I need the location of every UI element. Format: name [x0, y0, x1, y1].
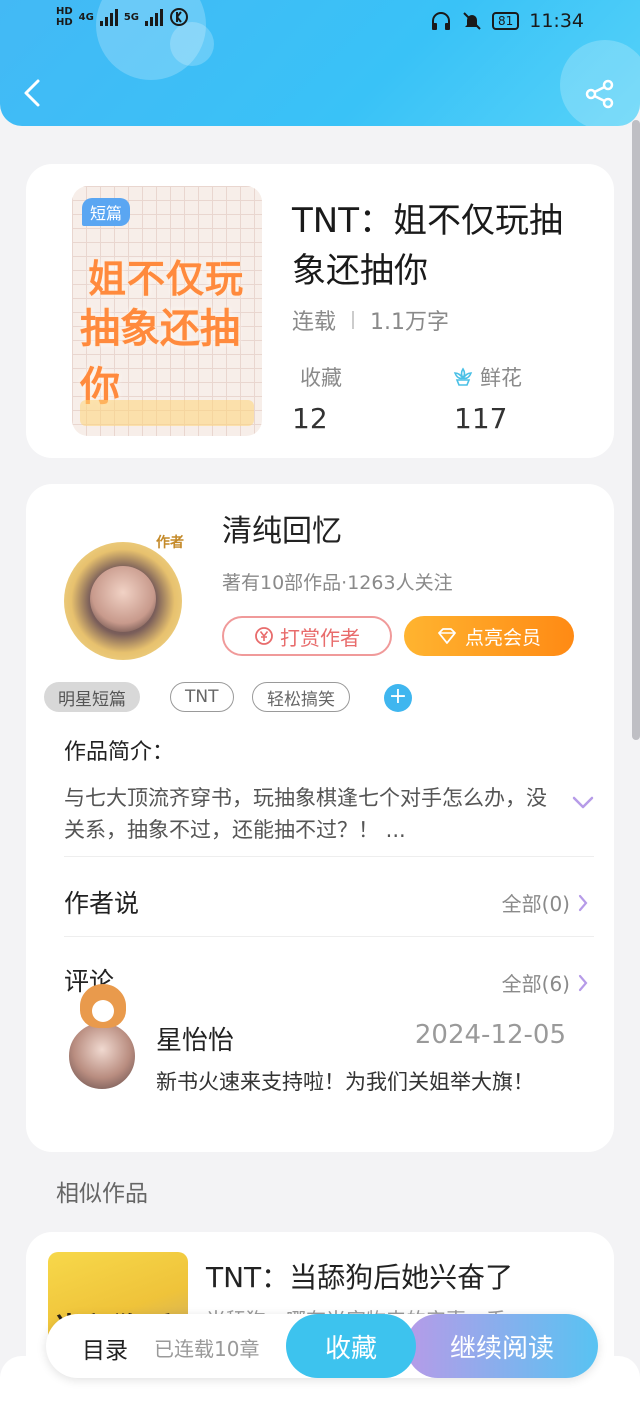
intro-title: 作品简介： — [64, 740, 175, 765]
tag-chip[interactable]: TNT — [170, 682, 234, 712]
book-title: TNT：姐不仅玩抽象还抽你 — [292, 201, 563, 291]
diamond-icon — [438, 628, 456, 644]
vip-button[interactable]: 点亮会员 — [404, 616, 574, 656]
tag-chip[interactable]: 轻松搞笑 — [252, 682, 350, 712]
flowers-label[interactable]: 鲜花 — [452, 362, 522, 392]
commenter-avatar[interactable] — [62, 984, 142, 1094]
network-label: 5G — [123, 11, 140, 23]
favorites-label: 收藏 — [300, 362, 342, 392]
hd-indicators: HD HD — [56, 6, 73, 28]
cover-footer-strip — [80, 400, 254, 426]
battery-icon: 81 — [491, 12, 520, 30]
yen-coin-icon — [255, 627, 273, 645]
intro-text[interactable]: 与七大顶流齐穿书，玩抽象棋逢七个对手怎么办，没关系，抽象不过，还能抽不过？！ .… — [64, 782, 554, 846]
cover-title-line2: 抽象还抽你 — [80, 306, 240, 410]
meta-separator — [352, 311, 355, 329]
author-says-title: 作者说 — [64, 889, 140, 918]
signal-icon — [99, 8, 118, 26]
scrollbar[interactable] — [632, 120, 640, 740]
comment-text: 新书火速来支持啦！为我们关姐举大旗！ — [156, 1070, 534, 1094]
chevron-right-icon — [578, 894, 588, 911]
headphones-icon — [431, 12, 450, 30]
bottom-action-bar: 目录 已连载10章 继续阅读 收藏 — [46, 1314, 598, 1378]
book-meta: 连载 1.1万字 — [292, 304, 449, 336]
add-to-favorites-button[interactable]: 收藏 — [286, 1314, 416, 1378]
author-name[interactable]: 清纯回忆 — [222, 506, 342, 550]
continue-reading-button[interactable]: 继续阅读 — [406, 1314, 598, 1378]
comments-more-label: 全部(6) — [501, 972, 570, 996]
vip-label: 点亮会员 — [464, 626, 541, 649]
signal-icon — [145, 8, 164, 26]
chevron-down-icon[interactable] — [572, 796, 594, 810]
author-detail-card: 作者 清纯回忆 著有10部作品·1263人关注 打赏作者 点亮会员 明星短篇 T… — [26, 484, 614, 1152]
comment-date: 2024-12-05 — [414, 1020, 566, 1050]
book-status: 连载 — [292, 310, 337, 335]
k-circle-icon — [170, 8, 189, 26]
toc-button[interactable]: 目录 — [82, 1331, 128, 1365]
chevron-right-icon — [578, 974, 588, 991]
commenter-avatar-image — [66, 1020, 138, 1092]
book-word-count: 1.1万字 — [370, 310, 450, 335]
author-meta: 著有10部作品·1263人关注 — [222, 572, 453, 594]
cover-title-line1: 姐不仅玩 — [88, 257, 245, 301]
status-left: HD HD 4G 5G — [56, 6, 189, 28]
back-icon[interactable] — [22, 78, 42, 108]
flowers-label-text: 鲜花 — [480, 366, 522, 390]
similar-book-title[interactable]: TNT：当舔狗后她兴奋了 — [206, 1256, 513, 1296]
network-label: 4G — [78, 11, 94, 23]
similar-section-title: 相似作品 — [56, 1181, 148, 1207]
cover-badge: 短篇 — [82, 198, 131, 226]
avatar-image — [90, 566, 156, 632]
author-avatar[interactable]: 作者 — [50, 526, 190, 666]
book-info-card: 短篇 姐不仅玩 抽象还抽你 TNT：姐不仅玩抽象还抽你 连载 1.1万字 收藏 … — [26, 164, 614, 458]
bell-off-icon — [463, 12, 481, 30]
hd-label: HD — [56, 6, 73, 17]
status-bar: HD HD 4G 5G 81 11:34 — [0, 6, 640, 36]
favorites-value: 12 — [292, 402, 328, 435]
book-cover[interactable]: 短篇 姐不仅玩 抽象还抽你 — [72, 186, 262, 436]
tip-author-label: 打赏作者 — [280, 625, 360, 650]
author-says-more[interactable]: 全部(0) — [502, 888, 588, 917]
header: HD HD 4G 5G 81 11:34 — [0, 0, 640, 126]
author-says-more-label: 全部(0) — [501, 892, 570, 916]
tip-author-button[interactable]: 打赏作者 — [222, 616, 392, 656]
flowers-value: 117 — [454, 402, 508, 435]
status-time: 11:34 — [529, 10, 584, 32]
chapter-count: 已连载10章 — [154, 1337, 260, 1361]
favorites-label-text: 收藏 — [300, 366, 342, 390]
add-tag-button[interactable]: + — [384, 684, 412, 712]
divider — [64, 856, 594, 857]
comments-more[interactable]: 全部(6) — [502, 968, 588, 997]
commenter-name[interactable]: 星怡怡 — [156, 1020, 234, 1057]
share-icon[interactable] — [584, 78, 616, 110]
divider — [64, 936, 594, 937]
dog-avatar-frame-icon — [80, 984, 126, 1028]
hd-label: HD — [56, 17, 73, 28]
author-avatar-tag: 作者 — [156, 535, 184, 551]
status-right: 81 11:34 — [430, 10, 584, 32]
tag-chip[interactable]: 明星短篇 — [44, 682, 140, 712]
flower-icon — [453, 367, 473, 386]
